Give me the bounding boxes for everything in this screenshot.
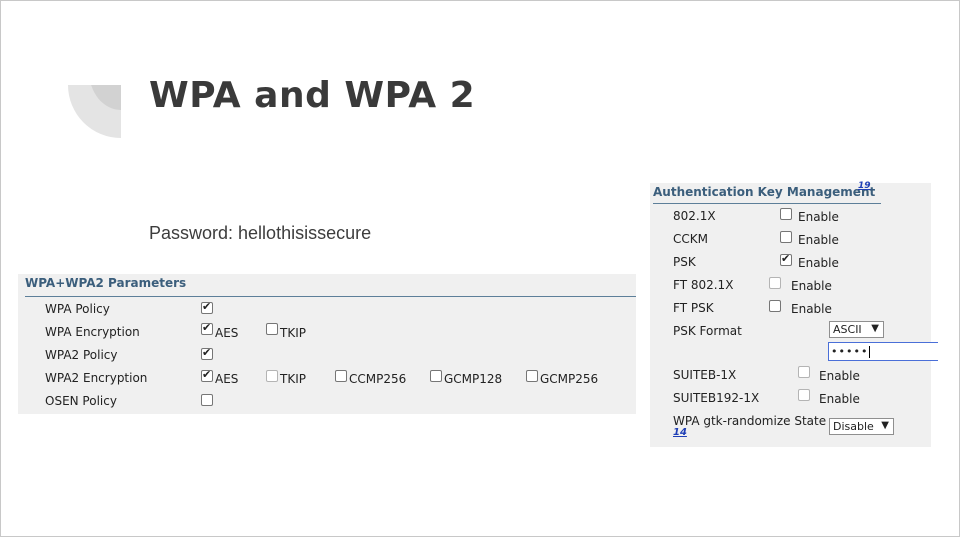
suiteb192-1x-checkbox[interactable] [798, 389, 810, 401]
gtk-footnote-link[interactable]: 14 [673, 427, 687, 438]
psk-format-select[interactable]: ASCII ▼ [829, 321, 884, 338]
wpa2-ccmp256-label: CCMP256 [349, 372, 407, 386]
akm-ftpsk-enable-label: Enable [791, 302, 832, 316]
wpa2-gcmp256-checkbox[interactable] [526, 370, 538, 382]
osen-policy-checkbox[interactable] [201, 394, 213, 406]
text-caret [869, 346, 871, 358]
wpa-policy-checkbox[interactable] [201, 300, 213, 314]
wpa2-aes-checkbox[interactable] [201, 368, 213, 382]
suiteb-1x-checkbox[interactable] [798, 366, 810, 378]
psk-format-value: ASCII [833, 323, 862, 336]
gtk-randomize-value: Disable [833, 420, 874, 433]
suiteb192-1x-label: SUITEB192-1X [673, 391, 760, 405]
akm-8021x-label: 802.1X [673, 209, 716, 223]
wpa2-tkip-checkbox[interactable] [266, 370, 278, 382]
akm-psk-enable-label: Enable [798, 256, 839, 270]
akm-8021x-enable-label: Enable [798, 210, 839, 224]
akm-psk-checkbox[interactable] [780, 252, 792, 266]
akm-ftpsk-checkbox[interactable] [769, 300, 781, 312]
slide: WPA and WPA 2 Password: hellothisissecur… [0, 0, 960, 537]
wpa2-tkip-label: TKIP [280, 372, 306, 386]
wpa2-ccmp256-checkbox[interactable] [335, 370, 347, 382]
akm-ft8021x-label: FT 802.1X [673, 278, 734, 292]
akm-ftpsk-label: FT PSK [673, 301, 714, 315]
akm-panel: Authentication Key Management 19 802.1X … [650, 181, 938, 447]
password-text: Password: hellothisissecure [149, 223, 372, 243]
akm-cckm-checkbox[interactable] [780, 231, 792, 243]
akm-8021x-checkbox[interactable] [780, 208, 792, 220]
suiteb192-1x-enable-label: Enable [819, 392, 860, 406]
wpa-encryption-label: WPA Encryption [45, 325, 140, 339]
wpa2-gcmp256-label: GCMP256 [540, 372, 599, 386]
wpa-tkip-checkbox[interactable] [266, 323, 278, 335]
psk-format-label: PSK Format [673, 324, 742, 338]
wpa-aes-label: AES [215, 326, 239, 340]
osen-policy-label: OSEN Policy [45, 394, 117, 408]
psk-password-input[interactable]: ••••• [828, 342, 938, 361]
akm-psk-label: PSK [673, 255, 696, 269]
wpa2-encryption-label: WPA2 Encryption [45, 371, 148, 385]
akm-header-divider [653, 203, 881, 204]
akm-ft8021x-checkbox[interactable] [769, 277, 781, 289]
gtk-randomize-label: WPA gtk-randomize State [673, 414, 827, 428]
akm-footnote-link[interactable]: 19 [858, 181, 871, 191]
akm-ft8021x-enable-label: Enable [791, 279, 832, 293]
psk-password-value: ••••• [831, 345, 869, 358]
suiteb-1x-enable-label: Enable [819, 369, 860, 383]
header-divider [25, 296, 636, 297]
gtk-randomize-select[interactable]: Disable ▼ [829, 418, 894, 435]
wpa2-aes-label: AES [215, 372, 239, 386]
akm-header: Authentication Key Management [653, 185, 876, 199]
wpa2-policy-checkbox[interactable] [201, 346, 213, 360]
akm-cckm-label: CCKM [673, 232, 708, 246]
wpa2-gcmp128-checkbox[interactable] [430, 370, 442, 382]
wpa-policy-label: WPA Policy [45, 302, 110, 316]
wpa2-policy-label: WPA2 Policy [45, 348, 118, 362]
wpa-parameters-header: WPA+WPA2 Parameters [25, 276, 187, 290]
akm-cckm-enable-label: Enable [798, 233, 839, 247]
wpa-aes-checkbox[interactable] [201, 321, 213, 335]
dropdown-arrow-icon: ▼ [881, 420, 889, 431]
suiteb-1x-label: SUITEB-1X [673, 368, 737, 382]
slide-title: WPA and WPA 2 [149, 75, 476, 116]
decorative-arc-icon [68, 85, 121, 138]
wpa-parameters-panel: WPA+WPA2 Parameters WPA Policy WPA Encry… [18, 274, 636, 414]
wpa2-gcmp128-label: GCMP128 [444, 372, 503, 386]
dropdown-arrow-icon: ▼ [871, 323, 879, 334]
wpa-tkip-label: TKIP [280, 326, 306, 340]
